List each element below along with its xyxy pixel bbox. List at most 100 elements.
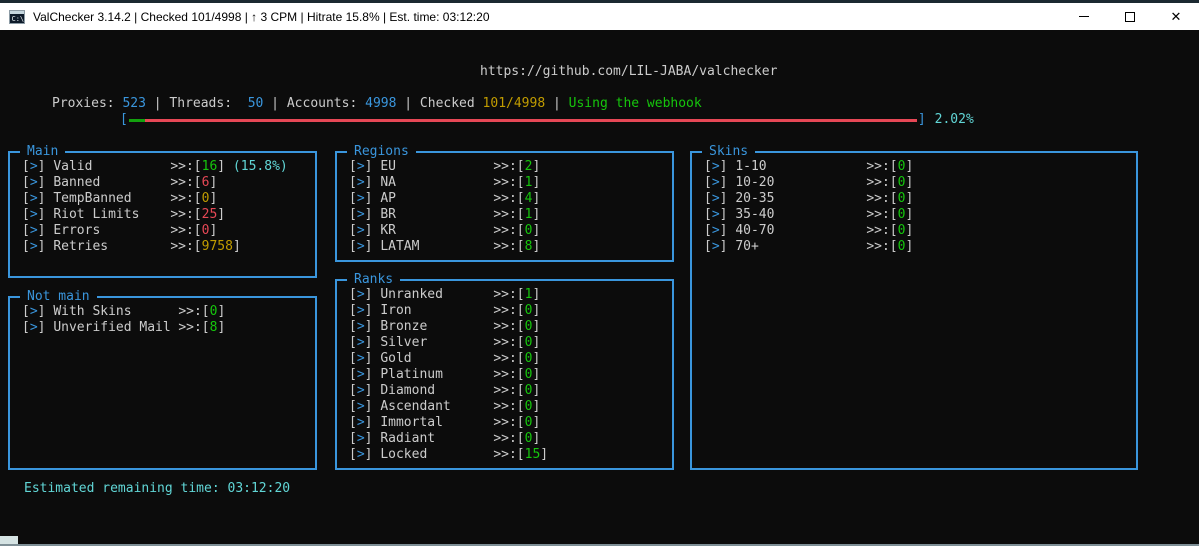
stat-segment: Accounts: <box>287 96 365 111</box>
value-close: ] <box>532 239 540 254</box>
close-button[interactable]: ✕ <box>1153 3 1199 30</box>
bracket-open: [ <box>704 191 712 206</box>
row-label: Silver <box>380 335 493 351</box>
value-prefix: >>:[ <box>170 207 201 222</box>
bracket-open: [ <box>22 239 30 254</box>
bracket-open: [ <box>22 304 30 319</box>
arrow-icon: > <box>30 175 38 190</box>
progress-done <box>129 119 145 122</box>
stat-row: [>] Silver>>:[0] <box>349 335 672 351</box>
value-prefix: >>:[ <box>493 303 524 318</box>
bracket-open: [ <box>349 207 357 222</box>
row-label: BR <box>380 207 493 223</box>
row-label: 70+ <box>735 239 866 255</box>
row-label: Diamond <box>380 383 493 399</box>
value-prefix: >>:[ <box>170 239 201 254</box>
value-close: ] <box>532 367 540 382</box>
close-icon: ✕ <box>1171 10 1182 23</box>
bracket-close: ] <box>365 303 381 318</box>
arrow-icon: > <box>357 287 365 302</box>
value-close: ] <box>532 175 540 190</box>
row-label: Banned <box>53 175 170 191</box>
terminal: https://github.com/LIL-JABA/valchecker P… <box>0 30 1199 546</box>
value-prefix: >>:[ <box>493 415 524 430</box>
maximize-button[interactable] <box>1107 3 1153 30</box>
arrow-icon: > <box>357 223 365 238</box>
row-label: Immortal <box>380 415 493 431</box>
arrow-icon: > <box>357 191 365 206</box>
bracket-open: [ <box>704 223 712 238</box>
cmd-icon: C:\ <box>9 9 25 25</box>
bracket-open: [ <box>349 319 357 334</box>
bracket-open: [ <box>349 431 357 446</box>
arrow-icon: > <box>712 239 720 254</box>
bracket-close: ] <box>365 351 381 366</box>
value-prefix: >>:[ <box>493 191 524 206</box>
value-prefix: >>:[ <box>493 431 524 446</box>
bracket-open: [ <box>22 175 30 190</box>
arrow-icon: > <box>357 351 365 366</box>
window-controls: ✕ <box>1061 3 1199 30</box>
stat-row: [>] 20-35>>:[0] <box>704 191 1136 207</box>
stat-row: [>] 10-20>>:[0] <box>704 175 1136 191</box>
bracket-open: [ <box>704 175 712 190</box>
value-close: ] <box>905 207 913 222</box>
arrow-icon: > <box>357 447 365 462</box>
bracket-close: ] <box>38 239 54 254</box>
stat-row: [>] Valid>>:[16] (15.8%) <box>22 159 315 175</box>
progress-close-bracket: ] <box>918 112 926 128</box>
main-panel: Main [>] Valid>>:[16] (15.8%)[>] Banned>… <box>8 151 317 278</box>
value-prefix: >>:[ <box>493 447 524 462</box>
bracket-close: ] <box>38 304 54 319</box>
stat-row: [>] 35-40>>:[0] <box>704 207 1136 223</box>
stat-row: [>] Immortal>>:[0] <box>349 415 672 431</box>
arrow-icon: > <box>357 431 365 446</box>
row-label: Radiant <box>380 431 493 447</box>
value-prefix: >>:[ <box>493 335 524 350</box>
maximize-icon <box>1125 12 1135 22</box>
regions-panel: Regions [>] EU>>:[2][>] NA>>:[1][>] AP>>… <box>335 151 674 262</box>
row-label: Valid <box>53 159 170 175</box>
minimize-button[interactable] <box>1061 3 1107 30</box>
value-prefix: >>:[ <box>178 320 209 335</box>
bracket-close: ] <box>38 223 54 238</box>
stat-row: [>] Iron>>:[0] <box>349 303 672 319</box>
value-close: ] <box>233 239 241 254</box>
row-label: Unranked <box>380 287 493 303</box>
titlebar: C:\ ValChecker 3.14.2 | Checked 101/4998… <box>0 3 1199 30</box>
stat-row: [>] LATAM>>:[8] <box>349 239 672 255</box>
row-label: With Skins <box>53 304 178 320</box>
arrow-icon: > <box>357 383 365 398</box>
row-label: EU <box>380 159 493 175</box>
value-prefix: >>:[ <box>866 159 897 174</box>
value-close: ] <box>532 399 540 414</box>
stat-segment: | <box>396 96 419 111</box>
row-label: Gold <box>380 351 493 367</box>
bracket-close: ] <box>365 319 381 334</box>
stats-line: Proxies: 523 | Threads: 50 | Accounts: 4… <box>52 96 702 112</box>
bracket-close: ] <box>38 320 54 335</box>
value-prefix: >>:[ <box>493 239 524 254</box>
bracket-close: ] <box>365 367 381 382</box>
arrow-icon: > <box>357 159 365 174</box>
panel-title-not-main: Not main <box>20 289 97 304</box>
arrow-icon: > <box>357 319 365 334</box>
bracket-open: [ <box>22 191 30 206</box>
panel-title-ranks: Ranks <box>347 272 400 287</box>
stat-row: [>] Riot Limits>>:[25] <box>22 207 315 223</box>
value-prefix: >>:[ <box>493 159 524 174</box>
stat-row: [>] Locked>>:[15] <box>349 447 672 463</box>
bracket-open: [ <box>22 320 30 335</box>
bracket-open: [ <box>349 239 357 254</box>
stat-row: [>] AP>>:[4] <box>349 191 672 207</box>
bracket-open: [ <box>22 207 30 222</box>
arrow-icon: > <box>30 320 38 335</box>
value-prefix: >>:[ <box>866 175 897 190</box>
value-close: ] <box>532 415 540 430</box>
arrow-icon: > <box>712 223 720 238</box>
arrow-icon: > <box>357 239 365 254</box>
stat-segment: | <box>146 96 169 111</box>
bracket-open: [ <box>704 207 712 222</box>
stat-segment: 4998 <box>365 96 396 111</box>
bracket-close: ] <box>365 287 381 302</box>
